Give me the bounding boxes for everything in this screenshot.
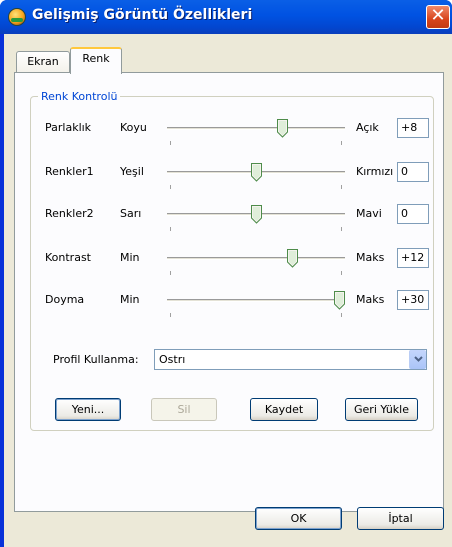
slider-value-field[interactable]: 0 <box>397 162 429 182</box>
slider-thumb[interactable] <box>334 291 345 310</box>
slider-tick <box>170 227 171 231</box>
slider-low-label: Sarı <box>120 207 142 220</box>
slider-tick <box>170 141 171 145</box>
slider-tick <box>170 185 171 189</box>
slider-low-label: Min <box>120 293 140 306</box>
slider-name-label: Parlaklık <box>45 121 92 134</box>
slider-value-field[interactable]: +30 <box>397 290 429 310</box>
slider-high-label: Maks <box>356 293 385 306</box>
slider-tick <box>341 141 342 145</box>
cancel-button[interactable]: İptal <box>357 507 444 530</box>
slider-low-label: Min <box>120 251 140 264</box>
chevron-down-icon[interactable] <box>409 350 426 369</box>
delete-profile-button[interactable]: Sil <box>151 398 217 421</box>
slider-tick <box>170 313 171 317</box>
slider-tick <box>341 271 342 275</box>
slider-name-label: Doyma <box>45 293 85 306</box>
tab-renk[interactable]: Renk <box>70 47 122 74</box>
slider-thumb[interactable] <box>277 119 288 138</box>
slider-low-label: Koyu <box>120 121 147 134</box>
slider-thumb[interactable] <box>251 205 262 224</box>
restore-profile-button[interactable]: Geri Yükle <box>345 398 418 421</box>
slider-value-field[interactable]: 0 <box>397 204 429 224</box>
slider-thumb[interactable] <box>251 163 262 182</box>
slider-value-field[interactable]: +12 <box>397 248 429 268</box>
close-button[interactable]: ✕ <box>426 5 450 29</box>
group-title: Renk Kontrolü <box>38 90 121 103</box>
slider-value-field[interactable]: +8 <box>397 118 429 138</box>
slider-tick <box>341 313 342 317</box>
profile-label: Profil Kullanma: <box>53 353 139 366</box>
ok-button[interactable]: OK <box>255 507 342 530</box>
slider-name-label: Renkler2 <box>45 207 94 220</box>
slider-tick <box>341 185 342 189</box>
slider-track[interactable] <box>167 257 345 260</box>
slider-track[interactable] <box>167 127 345 130</box>
slider-high-label: Mavi <box>356 207 382 220</box>
slider-high-label: Açık <box>356 121 379 134</box>
slider-tick <box>170 271 171 275</box>
profile-select-value: Ostrı <box>159 353 186 366</box>
tab-ekran[interactable]: Ekran <box>16 51 70 73</box>
slider-tick <box>341 227 342 231</box>
display-properties-icon <box>8 8 26 26</box>
slider-track[interactable] <box>167 299 345 302</box>
profile-select[interactable]: Ostrı <box>154 349 427 370</box>
slider-name-label: Kontrast <box>45 251 91 264</box>
title-bar[interactable]: Gelişmiş Görüntü Özellikleri ✕ <box>0 0 452 34</box>
slider-name-label: Renkler1 <box>45 165 94 178</box>
save-profile-button[interactable]: Kaydet <box>250 398 318 421</box>
slider-thumb[interactable] <box>287 249 298 268</box>
slider-low-label: Yeşil <box>120 165 144 178</box>
slider-high-label: Kırmızı <box>356 165 394 178</box>
new-profile-button[interactable]: Yeni... <box>55 398 121 421</box>
window-title: Gelişmiş Görüntü Özellikleri <box>32 7 253 23</box>
slider-high-label: Maks <box>356 251 385 264</box>
